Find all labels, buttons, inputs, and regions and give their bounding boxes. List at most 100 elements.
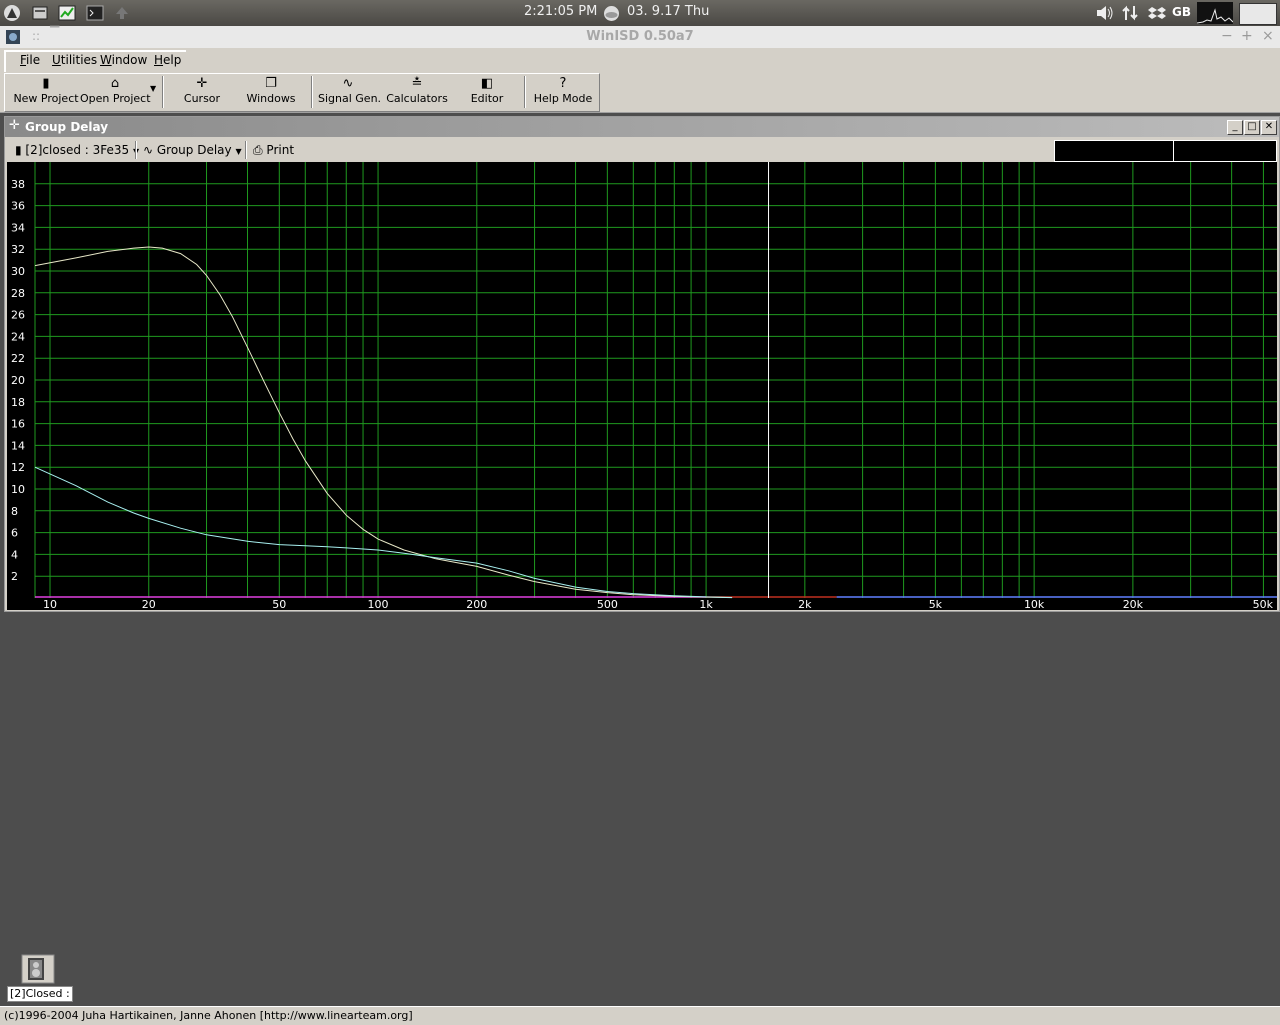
y-tick-label: 4 [11, 548, 18, 561]
x-tick-label: 50 [272, 598, 286, 610]
start-menu-icon[interactable] [3, 4, 21, 22]
graph-type-combo[interactable]: ∿ Group Delay ▼ [143, 141, 242, 159]
y-tick-label: 32 [11, 243, 25, 256]
x-tick-label: 2k [798, 598, 812, 610]
x-tick-label: 500 [597, 598, 618, 610]
desktop-panel: 2:21:05 PM 03. 9.17 Thu GB [0, 0, 1280, 26]
child-title: Group Delay [25, 120, 109, 134]
y-tick-label: 14 [11, 439, 25, 452]
speaker-icon: ▮ [15, 143, 26, 157]
volume-icon[interactable] [1095, 5, 1115, 21]
signal-gen-button[interactable]: ∿ Signal Gen. [318, 76, 381, 110]
speaker-icon [21, 954, 55, 984]
clock[interactable]: 2:21:05 PM [524, 4, 597, 19]
sine-wave-icon: ∿ [342, 76, 354, 91]
child-titlebar[interactable]: ✛ Group Delay _ □ ✕ [5, 117, 1279, 137]
y-tick-label: 38 [11, 178, 25, 191]
menu-utilities[interactable]: Utilities [52, 53, 97, 67]
x-tick-label: 200 [466, 598, 487, 610]
child-toolbar-separator [135, 141, 137, 159]
sine-wave-icon: ∿ [143, 143, 157, 157]
window-titlebar[interactable]: :: ▔ WinISD 0.50a7 − + × [0, 26, 1280, 49]
y-tick-label: 16 [11, 418, 25, 431]
group-delay-window: ✛ Group Delay _ □ ✕ ▮ [2]closed : 3Fe35 … [4, 116, 1280, 612]
child-toolbar-separator [245, 141, 247, 159]
y-tick-label: 20 [11, 374, 25, 387]
toolbar-separator [311, 76, 313, 108]
child-toolbar: ▮ [2]closed : 3Fe35 ▼ ∿ Group Delay ▼ ⎙ … [5, 139, 1279, 162]
menubar: File Utilities Window Help [0, 48, 1280, 72]
x-tick-label: 50k [1253, 598, 1274, 610]
plot-background [7, 162, 1277, 610]
menu-file[interactable]: File [20, 53, 40, 67]
menu-window[interactable]: Window [100, 53, 147, 67]
status-bar: (c)1996-2004 Juha Hartikainen, Janne Aho… [0, 1006, 1280, 1025]
close-button[interactable]: × [1262, 28, 1274, 44]
minimize-button[interactable]: − [1221, 28, 1233, 44]
windows-button[interactable]: ❐ Windows [242, 76, 300, 110]
y-tick-label: 6 [11, 527, 18, 540]
folder-open-icon: ⌂ [110, 76, 120, 91]
memory-monitor[interactable] [1239, 3, 1277, 25]
x-tick-label: 20k [1123, 598, 1144, 610]
x-tick-label: 10 [43, 598, 57, 610]
y-tick-label: 34 [11, 221, 25, 234]
new-project-button[interactable]: ▮ New Project [12, 76, 80, 110]
network-icon[interactable] [1121, 4, 1139, 22]
keyboard-layout[interactable]: GB [1172, 5, 1191, 19]
arrow-up-icon[interactable] [113, 4, 131, 22]
print-button[interactable]: ⎙ Print [253, 141, 294, 159]
toolbar-separator [524, 76, 526, 108]
cpu-graph-icon[interactable] [1197, 2, 1233, 24]
y-tick-label: 12 [11, 461, 25, 474]
date[interactable]: 03. 9.17 Thu [627, 4, 709, 19]
child-maximize-button[interactable]: □ [1244, 120, 1260, 135]
cursor-readout-2 [1173, 140, 1277, 162]
x-tick-label: 5k [929, 598, 943, 610]
open-project-dropdown-icon[interactable]: ▼ [150, 84, 156, 93]
new-project-icon: ▮ [42, 76, 50, 91]
toolbar-separator [162, 76, 164, 108]
x-tick-label: 1k [699, 598, 713, 610]
dropbox-icon[interactable] [1148, 4, 1166, 22]
calculator-icon: ≛ [411, 76, 423, 91]
y-tick-label: 28 [11, 287, 25, 300]
project-combo[interactable]: ▮ [2]closed : 3Fe35 ▼ [15, 141, 139, 159]
y-tick-label: 24 [11, 330, 25, 343]
file-manager-icon[interactable] [31, 4, 49, 22]
minimized-window-icon[interactable] [20, 954, 56, 984]
printer-icon: ⎙ [253, 143, 267, 157]
cursor-button[interactable]: ✛ Cursor [174, 76, 230, 110]
crosshair-icon: ✛ [196, 76, 208, 91]
weather-icon [604, 6, 619, 21]
terminal-icon[interactable] [86, 4, 104, 22]
question-icon: ? [559, 76, 567, 91]
help-mode-button[interactable]: ? Help Mode [533, 76, 593, 110]
window-title: WinISD 0.50a7 [586, 29, 694, 44]
calculators-button[interactable]: ≛ Calculators [386, 76, 448, 110]
x-tick-label: 20 [142, 598, 156, 610]
group-delay-chart[interactable]: 2468101214161820222426283032343638 10 20 5… [7, 162, 1277, 610]
menu-help[interactable]: Help [154, 53, 181, 67]
editor-button[interactable]: ◧ Editor [460, 76, 514, 110]
status-text: (c)1996-2004 Juha Hartikainen, Janne Aho… [4, 1009, 413, 1022]
minimized-window-label[interactable]: [2]Closed : [7, 986, 73, 1002]
y-tick-label: 18 [11, 396, 25, 409]
maximize-button[interactable]: + [1241, 28, 1253, 44]
toolbar: ▮ New Project ⌂ Open Project ▼ ✛ Cursor … [0, 72, 1280, 113]
y-tick-label: 22 [11, 352, 25, 365]
y-tick-label: 36 [11, 200, 25, 213]
crosshair-icon: ✛ [9, 118, 20, 133]
chevron-down-icon: ▼ [235, 147, 242, 156]
x-tick-label: 100 [368, 598, 389, 610]
child-minimize-button[interactable]: _ [1227, 120, 1243, 135]
cursor-readout-1 [1054, 140, 1174, 162]
child-close-button[interactable]: ✕ [1261, 120, 1277, 135]
open-project-button[interactable]: ⌂ Open Project [80, 76, 151, 110]
y-tick-label: 2 [11, 570, 18, 583]
speaker-icon: ◧ [480, 76, 494, 91]
system-monitor-icon[interactable] [58, 4, 76, 22]
y-tick-label: 8 [11, 505, 18, 518]
y-tick-label: 30 [11, 265, 25, 278]
windows-icon: ❐ [265, 76, 277, 91]
